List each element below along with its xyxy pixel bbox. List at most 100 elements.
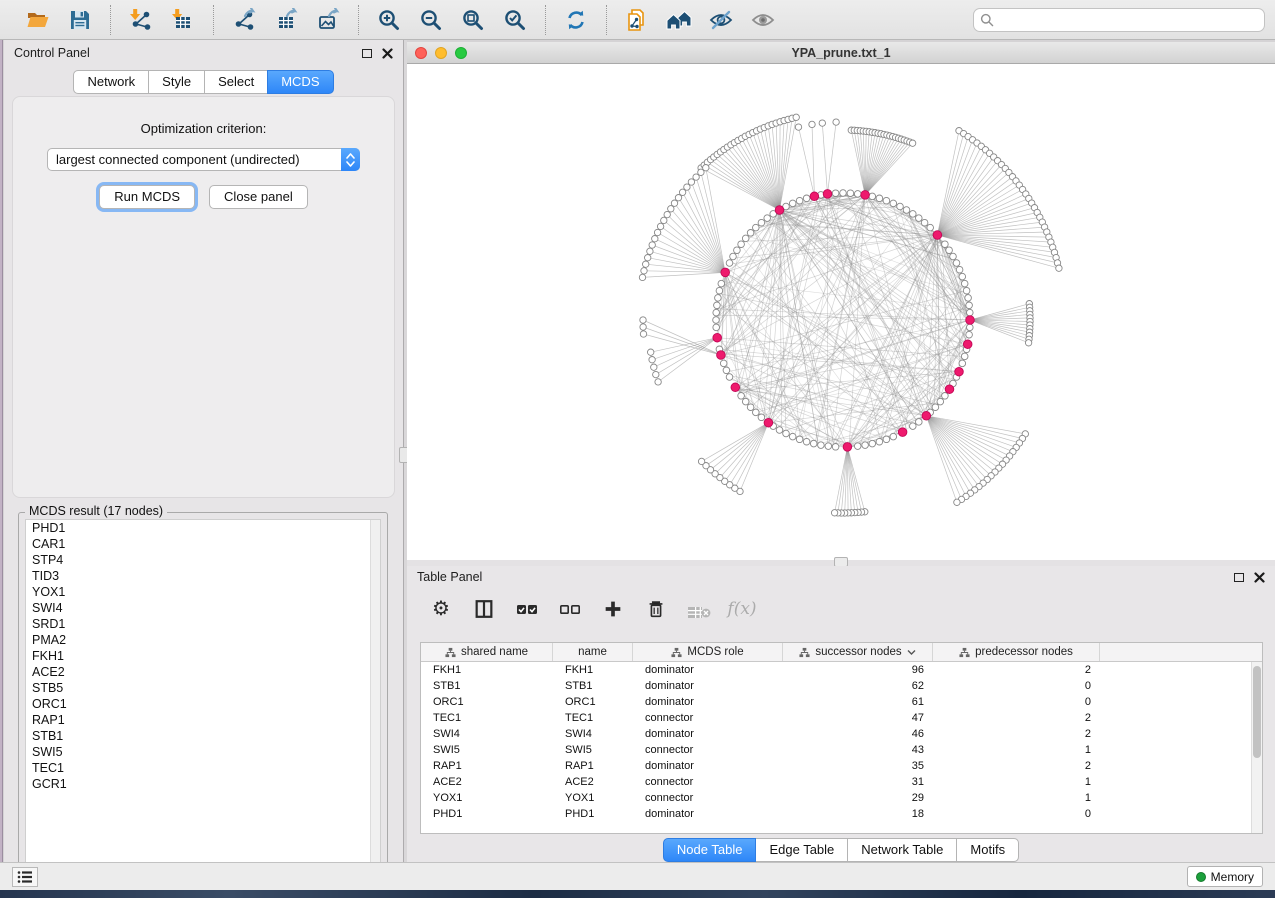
- delete-table-button[interactable]: [686, 596, 712, 622]
- save-session-button[interactable]: [66, 6, 94, 34]
- tab-node-table[interactable]: Node Table: [663, 838, 757, 862]
- zoom-selected-button[interactable]: [501, 6, 529, 34]
- function-builder-button[interactable]: f(x): [729, 596, 755, 622]
- column-header-name[interactable]: name: [553, 643, 633, 661]
- result-node-item[interactable]: PMA2: [26, 632, 380, 648]
- eye-button[interactable]: [749, 6, 777, 34]
- status-bar: Memory: [0, 862, 1275, 890]
- select-all-button[interactable]: [514, 596, 540, 622]
- save-session-icon: [68, 8, 92, 32]
- table-scrollbar[interactable]: [1251, 662, 1262, 833]
- export-network-button[interactable]: [230, 6, 258, 34]
- import-table-button[interactable]: [169, 6, 197, 34]
- table-row[interactable]: ORC1ORC1dominator610: [421, 694, 1251, 710]
- table-cell: 1: [933, 792, 1100, 804]
- result-node-item[interactable]: SRD1: [26, 616, 380, 632]
- deselect-all-button[interactable]: [557, 596, 583, 622]
- table-row[interactable]: SWI4SWI4dominator462: [421, 726, 1251, 742]
- memory-status-icon: [1196, 872, 1206, 882]
- add-column-button[interactable]: [600, 596, 626, 622]
- table-row[interactable]: SWI5SWI5connector431: [421, 742, 1251, 758]
- maximize-window-icon[interactable]: [455, 47, 467, 59]
- minimize-window-icon[interactable]: [435, 47, 447, 59]
- table-cell: STB1: [421, 680, 553, 692]
- tab-network[interactable]: Network: [73, 70, 149, 94]
- export-image-button[interactable]: [314, 6, 342, 34]
- result-node-item[interactable]: ORC1: [26, 696, 380, 712]
- memory-button[interactable]: Memory: [1187, 866, 1263, 887]
- search-input[interactable]: [998, 10, 1258, 30]
- table-cell: 2: [933, 664, 1100, 676]
- export-network-icon: [232, 8, 256, 32]
- result-node-item[interactable]: ACE2: [26, 664, 380, 680]
- result-node-item[interactable]: STB1: [26, 728, 380, 744]
- result-list-scrollbar[interactable]: [370, 520, 380, 870]
- table-row[interactable]: PHD1PHD1dominator180: [421, 806, 1251, 822]
- columns-button[interactable]: [471, 596, 497, 622]
- table-cell: SWI4: [421, 728, 553, 740]
- import-network-button[interactable]: [127, 6, 155, 34]
- table-cell: FKH1: [421, 664, 553, 676]
- delete-column-icon: [645, 598, 667, 620]
- deselect-all-icon: [558, 598, 582, 620]
- application-window: Control Panel NetworkStyleSelectMCDS Opt…: [0, 0, 1275, 898]
- result-node-item[interactable]: TEC1: [26, 760, 380, 776]
- result-node-item[interactable]: CAR1: [26, 536, 380, 552]
- table-row[interactable]: YOX1YOX1connector291: [421, 790, 1251, 806]
- result-node-item[interactable]: FKH1: [26, 648, 380, 664]
- column-header-shared-name[interactable]: shared name: [421, 643, 553, 661]
- tab-edge-table[interactable]: Edge Table: [755, 838, 848, 862]
- close-panel-icon[interactable]: [1254, 572, 1265, 583]
- home-networks-button[interactable]: [665, 6, 693, 34]
- open-session-button[interactable]: [24, 6, 52, 34]
- table-cell: dominator: [633, 808, 783, 820]
- column-header-successor-nodes[interactable]: successor nodes: [783, 643, 933, 661]
- column-header-MCDS-role[interactable]: MCDS role: [633, 643, 783, 661]
- table-row[interactable]: RAP1RAP1dominator352: [421, 758, 1251, 774]
- table-row[interactable]: STB1STB1dominator620: [421, 678, 1251, 694]
- table-row[interactable]: FKH1FKH1dominator962: [421, 662, 1251, 678]
- close-panel-icon[interactable]: [382, 48, 393, 59]
- delete-column-button[interactable]: [643, 596, 669, 622]
- desktop-edge: [0, 40, 3, 862]
- search-box[interactable]: [973, 8, 1265, 32]
- close-panel-button[interactable]: Close panel: [209, 185, 308, 209]
- table-cell: TEC1: [553, 712, 633, 724]
- refresh-layout-button[interactable]: [562, 6, 590, 34]
- run-mcds-button[interactable]: Run MCDS: [99, 185, 195, 209]
- zoom-in-button[interactable]: [375, 6, 403, 34]
- tab-select[interactable]: Select: [204, 70, 268, 94]
- result-node-item[interactable]: TID3: [26, 568, 380, 584]
- eye-slash-button[interactable]: [707, 6, 735, 34]
- clone-network-button[interactable]: [623, 6, 651, 34]
- result-node-item[interactable]: PHD1: [26, 520, 380, 536]
- table-cell: SWI4: [553, 728, 633, 740]
- result-node-item[interactable]: YOX1: [26, 584, 380, 600]
- export-table-button[interactable]: [272, 6, 300, 34]
- result-node-item[interactable]: RAP1: [26, 712, 380, 728]
- scrollbar-thumb[interactable]: [1253, 666, 1261, 758]
- export-image-icon: [316, 8, 340, 32]
- result-node-item[interactable]: GCR1: [26, 776, 380, 792]
- float-panel-icon[interactable]: [1234, 573, 1244, 582]
- zoom-fit-button[interactable]: [459, 6, 487, 34]
- result-node-item[interactable]: STB5: [26, 680, 380, 696]
- column-header-predecessor-nodes[interactable]: predecessor nodes: [933, 643, 1100, 661]
- column-label: MCDS role: [687, 646, 743, 658]
- gear-button[interactable]: ⚙: [428, 596, 454, 622]
- tab-network-table[interactable]: Network Table: [847, 838, 957, 862]
- zoom-out-button[interactable]: [417, 6, 445, 34]
- tab-mcds[interactable]: MCDS: [267, 70, 333, 94]
- result-node-item[interactable]: SWI4: [26, 600, 380, 616]
- table-row[interactable]: TEC1TEC1connector472: [421, 710, 1251, 726]
- result-node-item[interactable]: STP4: [26, 552, 380, 568]
- close-window-icon[interactable]: [415, 47, 427, 59]
- tab-motifs[interactable]: Motifs: [956, 838, 1019, 862]
- float-panel-icon[interactable]: [362, 49, 372, 58]
- table-row[interactable]: ACE2ACE2connector311: [421, 774, 1251, 790]
- criterion-select[interactable]: largest connected component (undirected): [47, 148, 360, 171]
- result-node-item[interactable]: SWI5: [26, 744, 380, 760]
- tab-style[interactable]: Style: [148, 70, 205, 94]
- network-canvas[interactable]: [407, 64, 1275, 560]
- task-history-button[interactable]: [12, 867, 38, 887]
